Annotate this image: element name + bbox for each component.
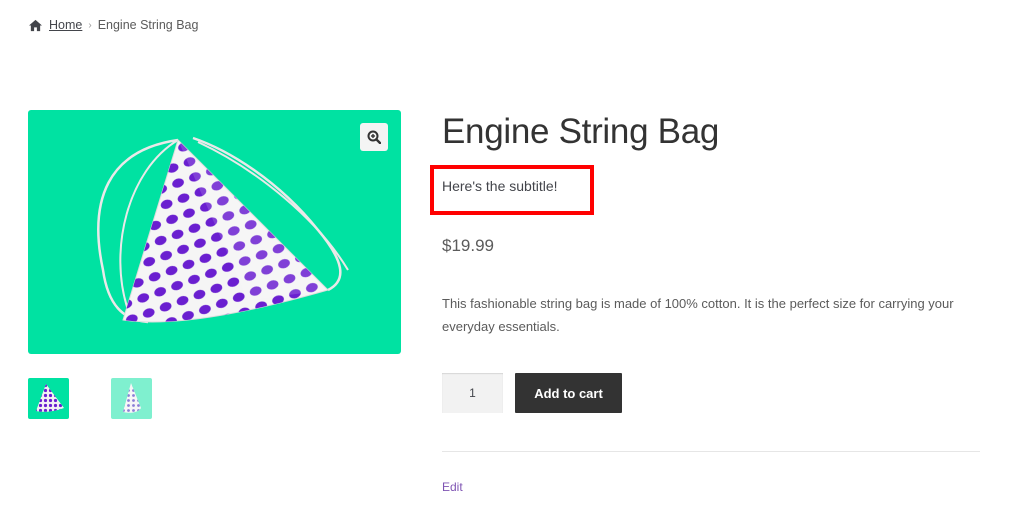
drawstring-bag-thumbnail xyxy=(36,384,64,412)
zoom-button[interactable] xyxy=(360,123,388,151)
product-description: This fashionable string bag is made of 1… xyxy=(442,296,954,334)
product-page: Home › Engine String Bag Engine String B… xyxy=(0,0,1024,527)
product-title: Engine String Bag xyxy=(442,112,720,151)
breadcrumb-current: Engine String Bag xyxy=(97,18,199,32)
product-subtitle: Here's the subtitle! xyxy=(442,178,558,194)
breadcrumb-home-link[interactable]: Home xyxy=(49,18,82,32)
magnifier-zoom-icon xyxy=(367,130,381,144)
product-thumbnail-2[interactable] xyxy=(111,378,152,419)
breadcrumb-separator-icon: › xyxy=(88,19,92,31)
home-icon xyxy=(29,19,42,31)
drawstring-bag-thumbnail-alt xyxy=(123,383,141,413)
add-to-cart-button[interactable]: Add to cart xyxy=(515,373,622,413)
breadcrumb: Home › Engine String Bag xyxy=(28,18,198,32)
edit-link[interactable]: Edit xyxy=(442,480,463,494)
quantity-input[interactable] xyxy=(442,373,503,413)
drawstring-bag-image xyxy=(97,136,349,324)
product-main-image[interactable] xyxy=(28,110,401,354)
divider xyxy=(442,451,980,452)
product-thumbnail-1[interactable] xyxy=(28,378,69,419)
product-price: $19.99 xyxy=(442,236,494,255)
